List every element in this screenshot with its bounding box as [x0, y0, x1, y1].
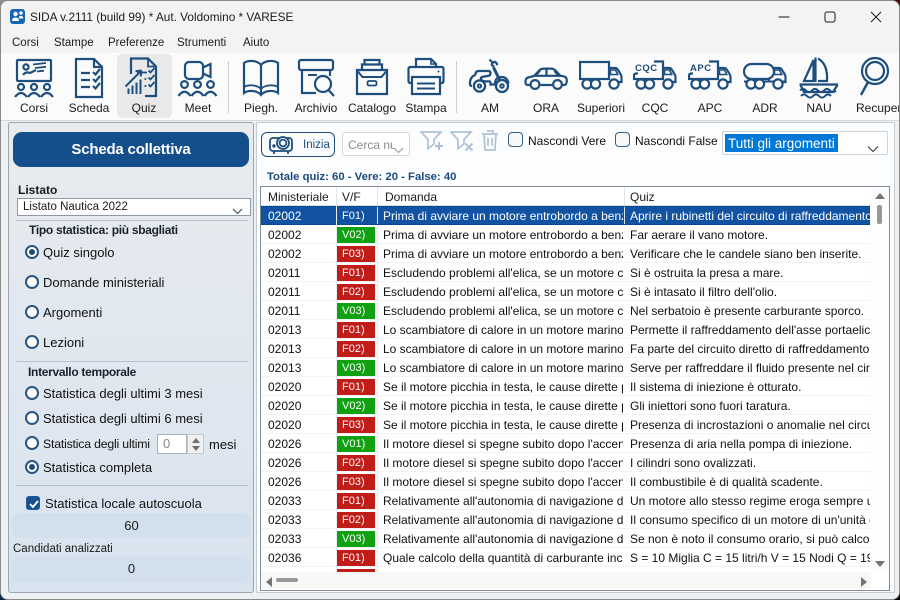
svg-text:APC: APC — [690, 63, 712, 74]
svg-text:CQC: CQC — [635, 63, 658, 74]
